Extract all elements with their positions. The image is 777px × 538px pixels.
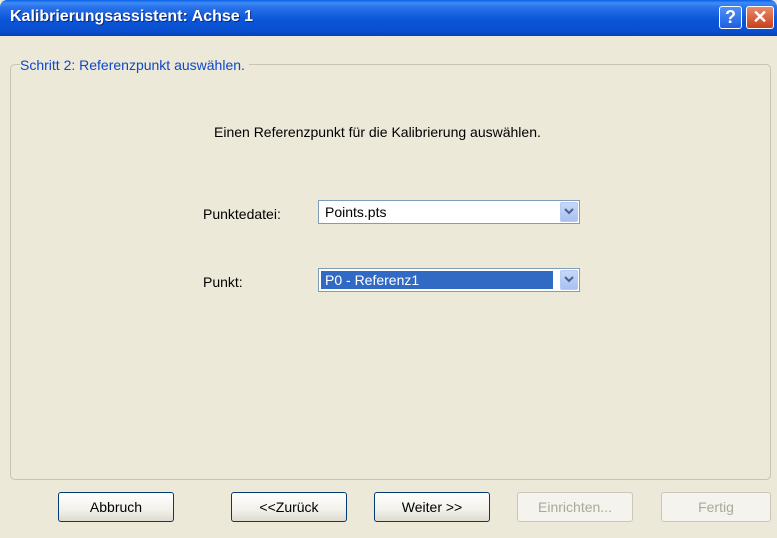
point-file-label: Punktedatei: [203, 206, 281, 222]
title-bar[interactable]: Kalibrierungsassistent: Achse 1 ? ✕ [0, 0, 777, 36]
back-button[interactable]: <<Zurück [231, 492, 347, 522]
finish-button[interactable]: Fertig [661, 492, 771, 522]
close-button[interactable]: ✕ [746, 6, 774, 29]
point-label: Punkt: [203, 274, 243, 290]
window-title: Kalibrierungsassistent: Achse 1 [10, 8, 254, 25]
step-heading: Schritt 2: Referenzpunkt auswählen. [20, 57, 249, 73]
help-button[interactable]: ? [719, 6, 742, 29]
cancel-button[interactable]: Abbruch [58, 492, 174, 522]
point-dropdown[interactable]: P0 - Referenz1 [318, 268, 580, 292]
chevron-down-icon[interactable] [560, 202, 578, 222]
help-icon: ? [725, 7, 736, 27]
point-file-dropdown[interactable]: Points.pts [318, 200, 580, 224]
next-button[interactable]: Weiter >> [374, 492, 490, 522]
setup-button[interactable]: Einrichten... [517, 492, 633, 522]
point-value: P0 - Referenz1 [321, 271, 553, 289]
point-file-value: Points.pts [325, 204, 387, 220]
chevron-down-icon[interactable] [560, 270, 578, 290]
close-icon: ✕ [752, 7, 768, 27]
instruction-text: Einen Referenzpunkt für die Kalibrierung… [214, 124, 541, 140]
